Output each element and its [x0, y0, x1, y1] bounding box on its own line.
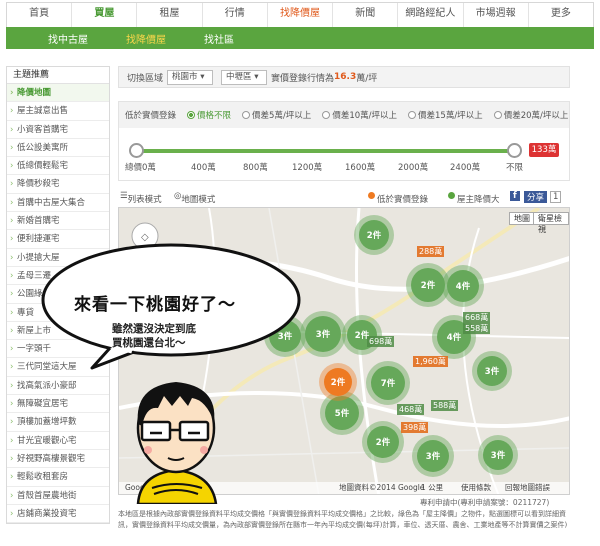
- sidebar-item[interactable]: 輕鬆收租套房: [7, 468, 109, 487]
- comic-line-2: 雖然還沒決定到底: [112, 323, 196, 335]
- subnav-used-house[interactable]: 找中古屋: [48, 31, 88, 46]
- map-cluster[interactable]: 5件: [325, 396, 359, 430]
- option-10w[interactable]: 價差10萬/坪以上: [322, 109, 397, 121]
- price-label: 398萬: [401, 422, 429, 433]
- subnav-price-drop[interactable]: 找降價屋: [126, 31, 166, 46]
- map-type-satellite-button[interactable]: 衛星檢視: [533, 212, 569, 234]
- map-cluster[interactable]: 2件: [359, 220, 389, 250]
- map-copyright: 地圖資料©2014 Google: [339, 483, 425, 492]
- map-cluster[interactable]: 7件: [371, 366, 405, 400]
- area-filter-label: 切換區域: [127, 73, 164, 84]
- patent-note: 專利申請中(專利申請案號：0211727): [420, 498, 550, 507]
- nav-tab-market[interactable]: 行情: [203, 3, 268, 28]
- option-15w[interactable]: 價差15萬/坪以上: [408, 109, 483, 121]
- top-nav: 首頁 買屋 租屋 行情 找降價屋 新聞 網路經紀人 市場週報 更多: [6, 2, 594, 28]
- market-price-unit: 萬/坪: [356, 73, 378, 84]
- view-toolbar: ☰ 列表模式 ◎ 地圖模式 低於實價登錄 屋主降價大 f 分享 1: [118, 189, 570, 205]
- map-cluster[interactable]: 3件: [477, 356, 507, 386]
- sidebar-item[interactable]: 低公設美寓所: [7, 139, 109, 158]
- tick-label: 2400萬: [450, 163, 481, 173]
- tick-label: 400萬: [191, 163, 216, 173]
- max-price-badge: 133萬: [529, 143, 559, 157]
- nav-tab-rent[interactable]: 租屋: [137, 3, 203, 28]
- map-cluster[interactable]: 2件: [411, 268, 445, 302]
- price-label: 468萬: [397, 404, 425, 415]
- sidebar-item[interactable]: 店鋪商業投資宅: [7, 505, 109, 524]
- option-20w[interactable]: 價差20萬/坪以上: [493, 109, 568, 121]
- price-label: 1,960萬: [413, 356, 448, 367]
- area-filter-bar: 切換區域 桃園市 ▾ 中壢區 ▾ 實價登錄行情為 16.3 萬/坪: [118, 66, 570, 88]
- tick-label: 不限: [506, 163, 524, 173]
- price-slider-track[interactable]: [135, 149, 515, 153]
- map-cluster[interactable]: 2件: [324, 368, 352, 396]
- nav-tab-more[interactable]: 更多: [529, 3, 593, 28]
- nav-tab-news[interactable]: 新聞: [333, 3, 399, 28]
- sidebar-item[interactable]: 好視野高樓景觀宅: [7, 450, 109, 469]
- sidebar-item[interactable]: 找高氣派小豪邸: [7, 377, 109, 396]
- nav-tab-price-drop[interactable]: 找降價屋: [268, 3, 334, 28]
- sidebar-item[interactable]: 首購中古屋大集合: [7, 194, 109, 213]
- sidebar-item[interactable]: 小資客首購宅: [7, 121, 109, 139]
- nav-tab-buy[interactable]: 買屋: [72, 3, 138, 28]
- sidebar-item[interactable]: 首殼首屋農地街: [7, 487, 109, 505]
- slider-max-handle[interactable]: [507, 143, 522, 158]
- tick-label: 1600萬: [345, 163, 376, 173]
- plus-one-button[interactable]: 1: [550, 191, 562, 203]
- range-label: 低於實價登錄: [125, 111, 177, 121]
- map-cluster[interactable]: 3件: [305, 316, 341, 352]
- tick-label: 總價0萬: [125, 163, 156, 173]
- map-terms-link[interactable]: 使用條款: [461, 482, 491, 494]
- tick-label: 2000萬: [398, 163, 429, 173]
- sidebar-item[interactable]: 無障礙宜居宅: [7, 395, 109, 414]
- map-cluster[interactable]: 3件: [483, 440, 513, 470]
- slider-min-handle[interactable]: [129, 143, 144, 158]
- option-5w[interactable]: 價差5萬/坪以上: [242, 109, 311, 121]
- legend-owner-drop: 屋主降價大: [448, 191, 500, 205]
- sidebar-item[interactable]: 屋主誠意出售: [7, 102, 109, 121]
- sidebar-item[interactable]: 低總價輕鬆宅: [7, 157, 109, 176]
- tick-label: 800萬: [243, 163, 268, 173]
- map-report-link[interactable]: 回報地圖錯誤: [505, 482, 550, 494]
- share-button[interactable]: 分享: [524, 191, 548, 203]
- market-price-text: 實價登錄行情為: [271, 73, 335, 84]
- price-label: 288萬: [417, 246, 445, 257]
- comic-line-3: 買桃園還台北～: [112, 337, 186, 349]
- subnav-community[interactable]: 找社區: [204, 31, 234, 46]
- map-scale: 1 公里: [421, 483, 444, 492]
- map-cluster[interactable]: 4件: [447, 270, 479, 302]
- sidebar-item[interactable]: 降價秒殺宅: [7, 175, 109, 194]
- cartoon-character: [136, 382, 218, 504]
- map-cluster[interactable]: 3件: [417, 440, 449, 472]
- nav-tab-agent[interactable]: 網路經紀人: [398, 3, 464, 28]
- map-mode-button[interactable]: ◎ 地圖模式: [174, 191, 215, 205]
- price-label: 698萬: [367, 336, 395, 347]
- map-cluster[interactable]: 2件: [367, 426, 399, 458]
- market-price-value: 16.3: [334, 72, 357, 82]
- sidebar-item[interactable]: 降價地圖: [7, 84, 109, 103]
- sidebar-item[interactable]: 新婚首購宅: [7, 212, 109, 231]
- nav-tab-weekly[interactable]: 市場週報: [464, 3, 529, 28]
- nav-tab-home[interactable]: 首頁: [7, 3, 73, 28]
- price-range-panel: 低於實價登錄 價格不限 價差5萬/坪以上 價差10萬/坪以上 價差15萬/坪以上…: [118, 101, 570, 181]
- sidebar-item[interactable]: 頂樓加蓋增坪數: [7, 413, 109, 432]
- footnote: 本地區是根據內政部實價登錄資料平均成交價格「與實價登錄資料平均成交價格」之比較，…: [118, 510, 568, 529]
- city-select[interactable]: 桃園市 ▾: [167, 69, 214, 85]
- sidebar-title: 主題推薦: [7, 67, 109, 84]
- facebook-button[interactable]: f: [510, 191, 520, 201]
- price-label: 558萬: [463, 323, 491, 334]
- price-label: 668萬: [463, 312, 491, 323]
- comic-line-1: 來看一下桃園好了～: [74, 295, 236, 315]
- tick-label: 1200萬: [292, 163, 323, 173]
- map-type-map-button[interactable]: 地圖: [509, 212, 535, 225]
- price-label: 588萬: [431, 400, 459, 411]
- sub-nav: 找中古屋 找降價屋 找社區: [6, 27, 594, 49]
- district-select[interactable]: 中壢區 ▾: [221, 69, 268, 85]
- option-unlimited[interactable]: 價格不限: [187, 109, 231, 121]
- sidebar-item[interactable]: 甘光宜暖觀心宅: [7, 432, 109, 450]
- list-mode-button[interactable]: ☰ 列表模式: [120, 191, 162, 205]
- legend-below-market: 低於實價登錄: [368, 191, 428, 205]
